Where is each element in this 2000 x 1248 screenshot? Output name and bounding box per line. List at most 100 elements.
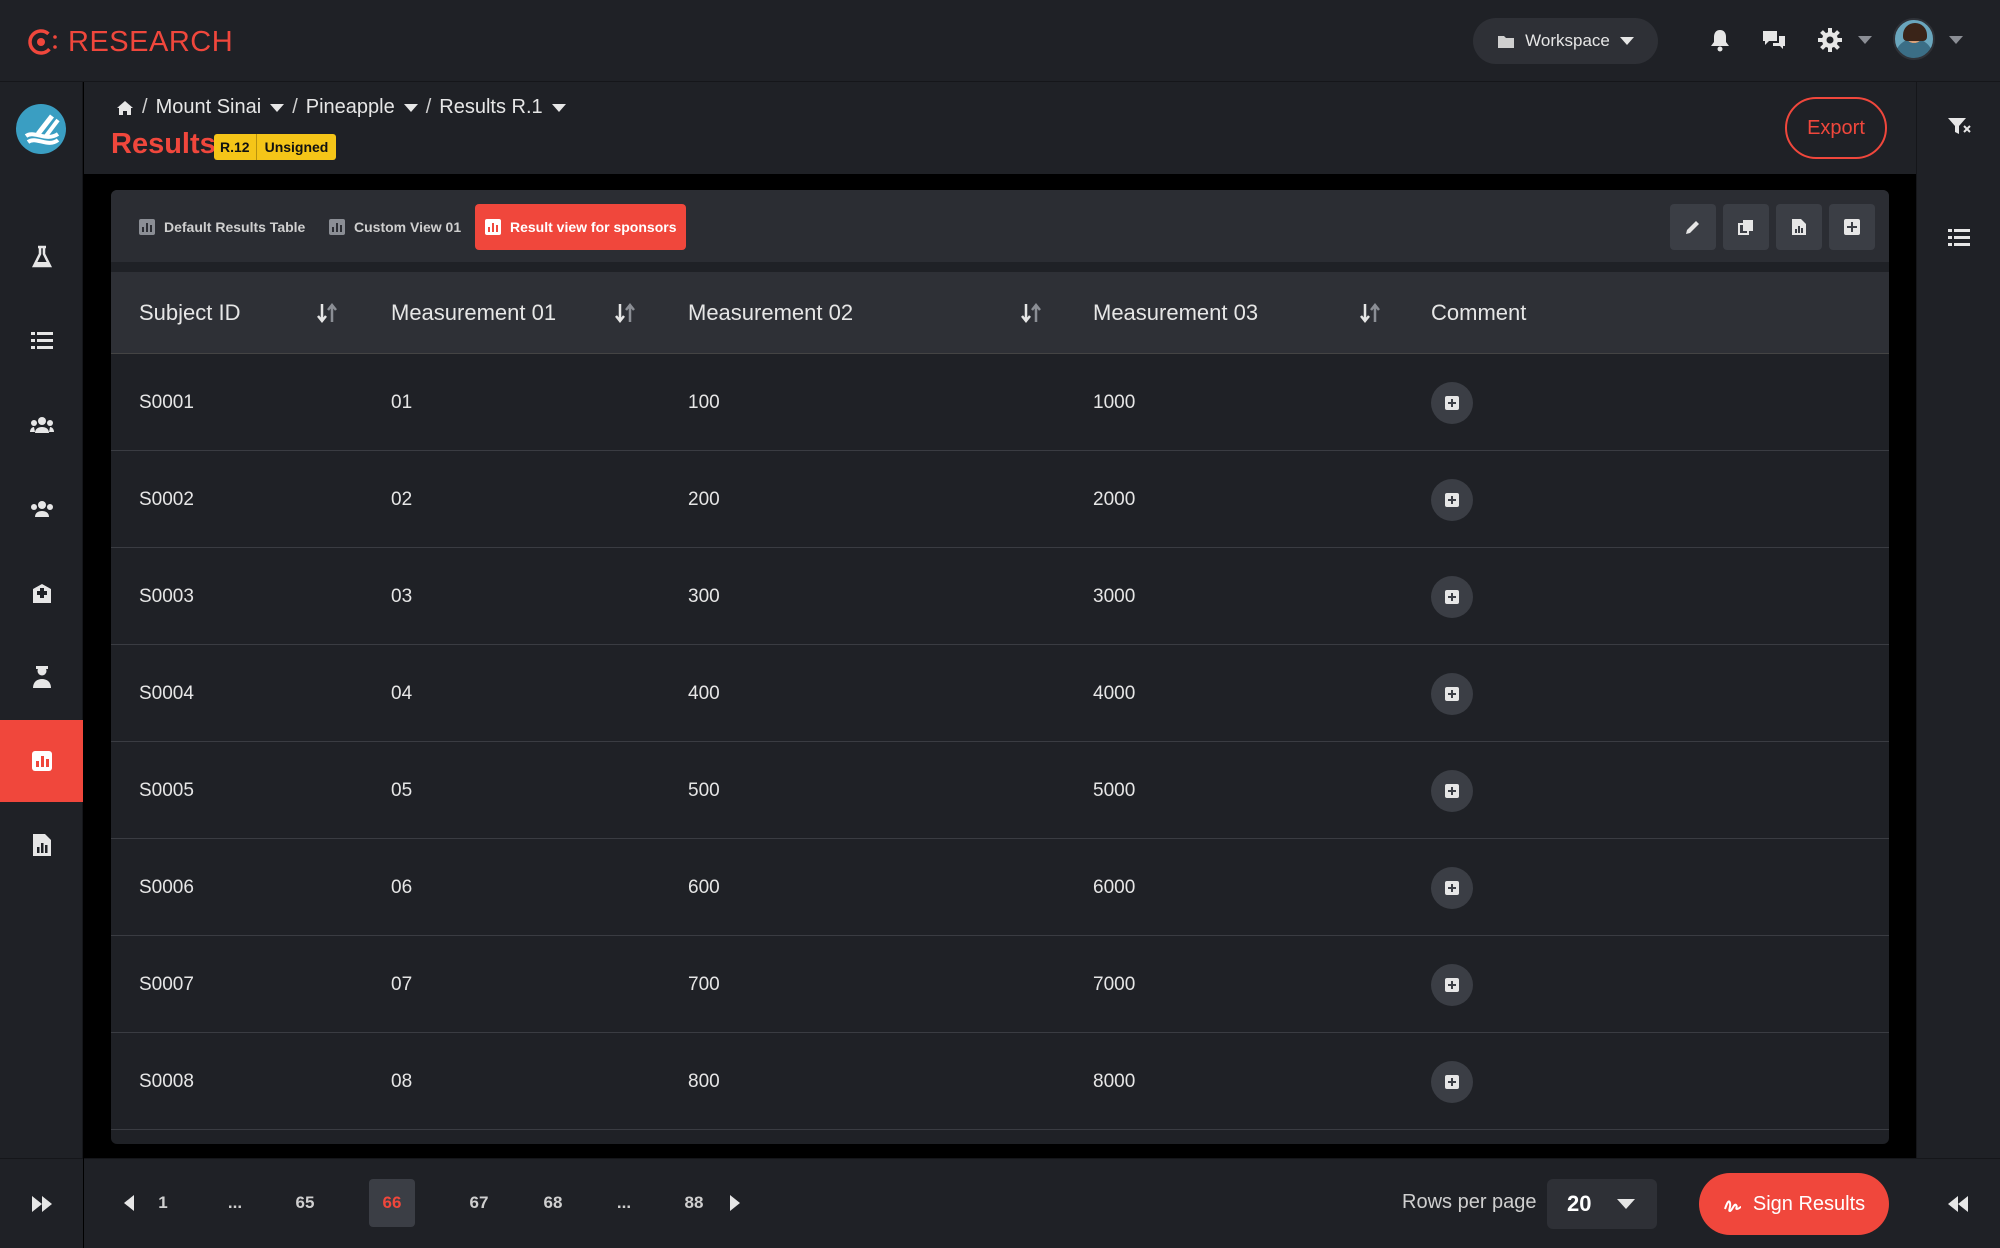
settings-chevron-down-icon[interactable] bbox=[1858, 36, 1872, 44]
rows-per-page-select[interactable]: 20 bbox=[1547, 1179, 1657, 1229]
page-button[interactable]: 88 bbox=[671, 1179, 717, 1227]
sidebar-item-reports[interactable] bbox=[0, 804, 83, 886]
expand-sidebar-button[interactable] bbox=[0, 1158, 83, 1248]
signature-icon bbox=[1723, 1200, 1742, 1213]
pencil-icon bbox=[1686, 221, 1699, 234]
avatar[interactable] bbox=[1893, 18, 1935, 60]
list-toggle-icon[interactable] bbox=[1945, 224, 1973, 252]
sidebar-item-sites[interactable] bbox=[0, 552, 83, 634]
add-comment-button[interactable] bbox=[1431, 673, 1473, 715]
tab-custom-view-01[interactable]: Custom View 01 bbox=[319, 204, 471, 250]
page-button-current[interactable]: 66 bbox=[369, 1179, 415, 1227]
report-view-button[interactable] bbox=[1776, 204, 1822, 250]
chevron-down-icon bbox=[1619, 37, 1634, 45]
bell-icon[interactable] bbox=[1706, 26, 1734, 54]
plus-square-icon bbox=[1445, 396, 1459, 410]
right-rail bbox=[1916, 82, 2000, 1158]
sidebar-item-experiments[interactable] bbox=[0, 216, 83, 298]
workspace-button[interactable]: Workspace bbox=[1473, 18, 1658, 64]
column-header-subject-id[interactable]: Subject ID bbox=[139, 272, 241, 354]
table-row: S0003 03 300 3000 bbox=[111, 549, 1889, 645]
sidebar-item-participants[interactable] bbox=[0, 384, 83, 466]
home-icon[interactable] bbox=[116, 100, 134, 116]
breadcrumb-study[interactable]: Pineapple bbox=[306, 96, 418, 119]
add-comment-button[interactable] bbox=[1431, 770, 1473, 812]
copy-icon bbox=[1738, 220, 1753, 235]
copy-view-button[interactable] bbox=[1723, 204, 1769, 250]
cell-measurement-02: 100 bbox=[688, 392, 720, 413]
edit-view-button[interactable] bbox=[1670, 204, 1716, 250]
export-button[interactable]: Export bbox=[1785, 97, 1887, 159]
add-comment-button[interactable] bbox=[1431, 964, 1473, 1006]
add-comment-button[interactable] bbox=[1431, 479, 1473, 521]
column-header-measurement-02[interactable]: Measurement 02 bbox=[688, 272, 853, 354]
gear-icon[interactable] bbox=[1816, 26, 1844, 54]
sidebar-item-list[interactable] bbox=[0, 300, 83, 382]
pagination-footer: 1 ... 65 66 67 68 ... 88 Rows per page 2… bbox=[84, 1158, 1916, 1248]
folder-icon bbox=[1498, 36, 1515, 48]
sign-results-button[interactable]: Sign Results bbox=[1699, 1173, 1889, 1235]
table-row: S0002 02 200 2000 bbox=[111, 452, 1889, 548]
page-button[interactable]: 1 bbox=[140, 1179, 186, 1227]
sort-icon[interactable] bbox=[613, 301, 637, 325]
cell-subject-id: S0003 bbox=[139, 586, 194, 607]
sort-icon[interactable] bbox=[315, 301, 339, 325]
tab-result-view-for-sponsors[interactable]: Result view for sponsors bbox=[475, 204, 687, 250]
table-row: S0005 05 500 5000 bbox=[111, 743, 1889, 839]
top-bar: RESEARCH Workspace bbox=[0, 0, 2000, 82]
cell-measurement-02: 600 bbox=[688, 877, 720, 898]
plus-square-icon bbox=[1445, 881, 1459, 895]
page-button[interactable]: 67 bbox=[456, 1179, 502, 1227]
sort-icon[interactable] bbox=[1358, 301, 1382, 325]
rows-per-page-label: Rows per page bbox=[1402, 1191, 1537, 1213]
column-header-measurement-01[interactable]: Measurement 01 bbox=[391, 272, 556, 354]
doctor-icon bbox=[32, 666, 51, 688]
chat-icon[interactable] bbox=[1760, 26, 1788, 54]
organization-logo[interactable] bbox=[16, 104, 66, 154]
group-icon bbox=[30, 501, 53, 517]
cell-subject-id: S0001 bbox=[139, 392, 194, 413]
table-row: S0007 07 700 7000 bbox=[111, 937, 1889, 1033]
cell-measurement-03: 6000 bbox=[1093, 877, 1136, 898]
breadcrumb-results[interactable]: Results R.1 bbox=[439, 96, 566, 119]
plus-square-icon bbox=[1445, 784, 1459, 798]
brand[interactable]: RESEARCH bbox=[26, 22, 233, 62]
cell-measurement-01: 04 bbox=[391, 683, 413, 704]
sort-icon[interactable] bbox=[1019, 301, 1043, 325]
filter-icon[interactable] bbox=[1945, 112, 1973, 140]
cell-measurement-02: 400 bbox=[688, 683, 720, 704]
add-comment-button[interactable] bbox=[1431, 382, 1473, 424]
cell-subject-id: S0007 bbox=[139, 974, 194, 995]
cell-subject-id: S0008 bbox=[139, 1071, 194, 1092]
revision-badge: R.12 bbox=[214, 134, 257, 160]
collapse-rail-button[interactable] bbox=[1916, 1158, 2000, 1248]
tab-default-results-table[interactable]: Default Results Table bbox=[129, 204, 315, 250]
plus-square-icon bbox=[1445, 687, 1459, 701]
cell-measurement-01: 01 bbox=[391, 392, 413, 413]
next-page-button[interactable] bbox=[712, 1179, 758, 1227]
page-button[interactable]: 65 bbox=[282, 1179, 328, 1227]
breadcrumb-site[interactable]: Mount Sinai bbox=[156, 96, 285, 119]
sidebar-item-staff[interactable] bbox=[0, 636, 83, 718]
hospital-icon bbox=[32, 584, 51, 603]
profile-chevron-down-icon[interactable] bbox=[1949, 36, 1963, 44]
add-comment-button[interactable] bbox=[1431, 576, 1473, 618]
add-comment-button[interactable] bbox=[1431, 1061, 1473, 1103]
add-view-button[interactable] bbox=[1829, 204, 1875, 250]
flask-icon bbox=[31, 245, 52, 268]
brand-name: RESEARCH bbox=[68, 25, 234, 58]
organization-logo-icon bbox=[24, 114, 60, 145]
add-comment-button[interactable] bbox=[1431, 867, 1473, 909]
cell-measurement-03: 4000 bbox=[1093, 683, 1136, 704]
sidebar-item-groups[interactable] bbox=[0, 468, 83, 550]
cell-measurement-03: 1000 bbox=[1093, 392, 1136, 413]
bar-chart-icon bbox=[485, 219, 501, 235]
list-icon bbox=[30, 332, 53, 349]
bar-chart-icon bbox=[329, 219, 345, 235]
view-tabs-bar: Default Results Table Custom View 01 Res… bbox=[111, 190, 1889, 262]
chevron-down-icon bbox=[1617, 1199, 1635, 1209]
cell-subject-id: S0006 bbox=[139, 877, 194, 898]
sidebar-item-results[interactable] bbox=[0, 720, 83, 802]
page-button[interactable]: 68 bbox=[530, 1179, 576, 1227]
column-header-measurement-03[interactable]: Measurement 03 bbox=[1093, 272, 1258, 354]
